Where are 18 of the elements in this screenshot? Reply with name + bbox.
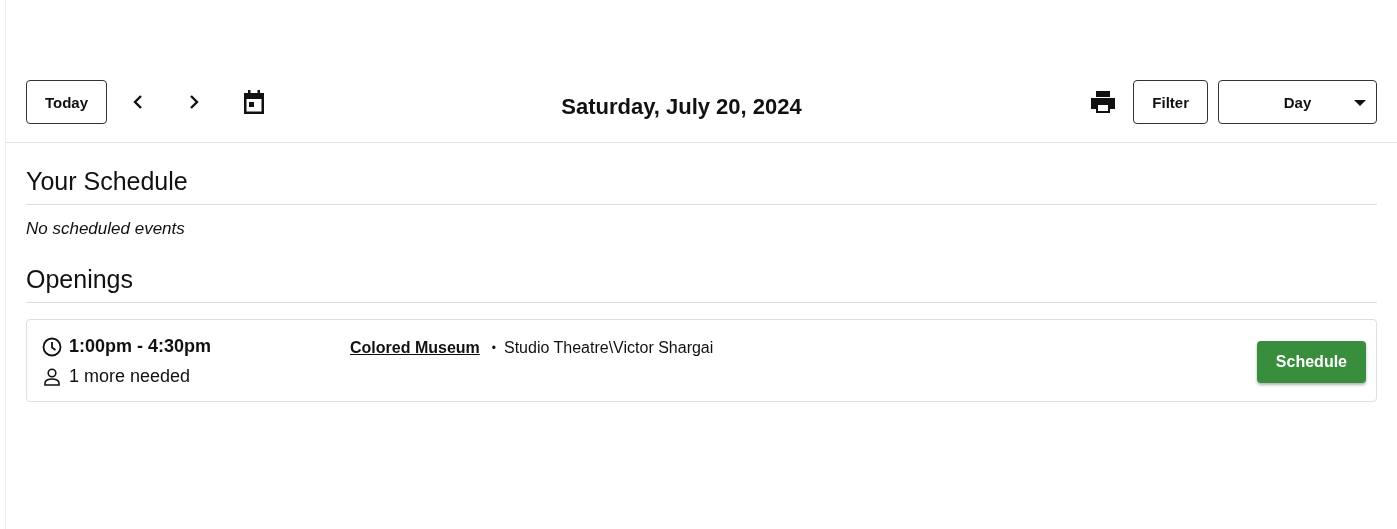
view-select[interactable]: Day xyxy=(1218,80,1377,124)
clock-icon xyxy=(42,336,62,357)
needed-count: 1 more needed xyxy=(69,366,191,387)
location-text: Studio Theatre\Victor Shargai xyxy=(504,339,714,357)
schedule-button[interactable]: Schedule xyxy=(1256,340,1366,383)
person-icon xyxy=(42,366,62,387)
event-link[interactable]: Colored Museum xyxy=(350,339,480,357)
section-heading: Openings xyxy=(26,265,1377,303)
time-range: 1:00pm - 4:30pm xyxy=(69,336,212,357)
empty-message: No scheduled events xyxy=(26,218,186,240)
separator-dot: • xyxy=(491,341,496,355)
section-heading: Your Schedule xyxy=(26,167,1377,205)
filter-button[interactable]: Filter xyxy=(1133,80,1208,124)
today-button[interactable]: Today xyxy=(26,80,108,124)
caret-icon xyxy=(1354,100,1366,106)
date-title: Saturday, July 20, 2024 xyxy=(561,94,802,120)
calendar-icon[interactable] xyxy=(243,90,266,114)
print-icon[interactable] xyxy=(1090,90,1117,114)
